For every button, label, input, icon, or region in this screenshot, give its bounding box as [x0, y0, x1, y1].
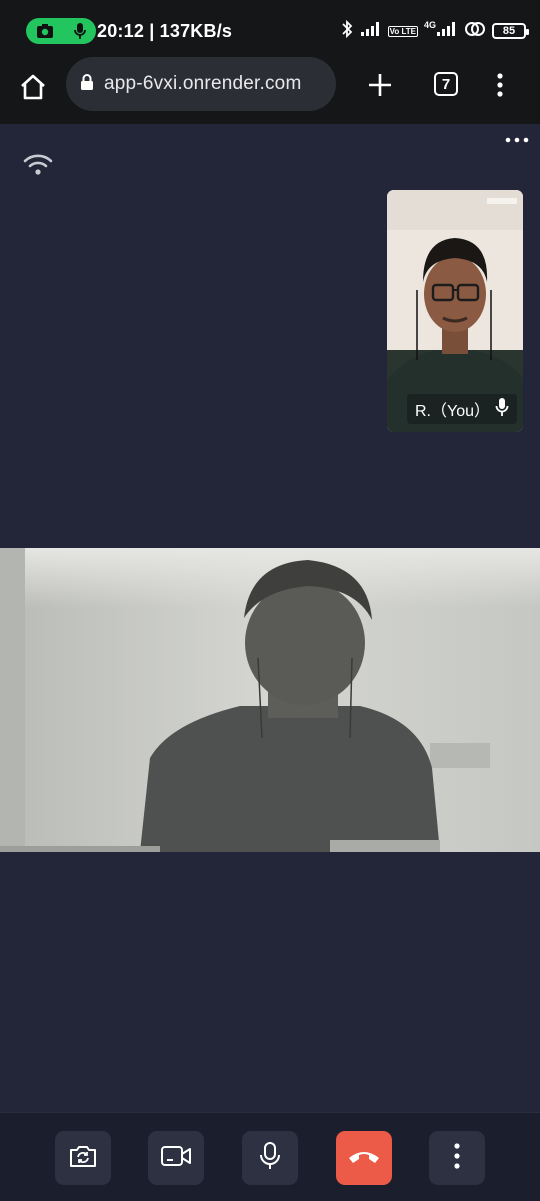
end-call-button[interactable]: [336, 1131, 392, 1185]
battery-icon: 85: [492, 23, 529, 39]
tab-count: 7: [441, 75, 451, 93]
signal-icon: [436, 21, 458, 42]
status-time: 20:12 | 137KB/s: [97, 21, 233, 41]
more-vertical-icon: [452, 1141, 462, 1176]
call-controls: [0, 1112, 540, 1201]
mic-icon: [495, 397, 509, 422]
status-bar: 20:12 | 137KB/s Vo LTE 4G 85: [0, 0, 540, 62]
signal-icon: [360, 21, 382, 42]
remote-video-feed[interactable]: [0, 548, 540, 852]
video-camera-icon: [160, 1143, 192, 1174]
url-bar[interactable]: app-6vxi.onrender.com: [66, 57, 336, 111]
volte-badge: Vo LTE: [387, 25, 418, 37]
more-vertical-icon[interactable]: [490, 70, 510, 100]
recording-indicator: [26, 18, 96, 44]
video-toggle-button[interactable]: [148, 1131, 204, 1185]
tabs-button[interactable]: 7: [434, 72, 458, 96]
more-horizontal-icon[interactable]: [504, 132, 530, 143]
new-tab-button[interactable]: [365, 70, 395, 100]
mic-toggle-button[interactable]: [242, 1131, 298, 1185]
camera-flip-icon: [68, 1142, 98, 1175]
more-options-button[interactable]: [429, 1131, 485, 1185]
remote-video-scene: [0, 548, 540, 852]
camera-icon: [36, 23, 54, 39]
browser-toolbar: app-6vxi.onrender.com 7: [0, 57, 540, 125]
status-icons: Vo LTE 4G 85: [340, 18, 529, 44]
wifi-icon: [22, 152, 54, 178]
call-area: R.（You）: [0, 124, 540, 1112]
bluetooth-icon: [340, 19, 354, 44]
url-text: app-6vxi.onrender.com: [104, 73, 302, 94]
self-video-tile[interactable]: R.（You）: [387, 190, 523, 432]
phone-hangup-icon: [347, 1146, 381, 1171]
lock-icon: [80, 73, 94, 96]
switch-camera-button[interactable]: [55, 1131, 111, 1185]
mic-icon: [73, 22, 87, 40]
mic-icon: [259, 1141, 281, 1176]
network-type: 4G: [423, 20, 436, 30]
self-name-caption: R.（You）: [407, 394, 517, 424]
hotspot-icon: [464, 20, 486, 43]
home-icon[interactable]: [18, 72, 48, 102]
self-name: R.（You）: [414, 403, 490, 420]
